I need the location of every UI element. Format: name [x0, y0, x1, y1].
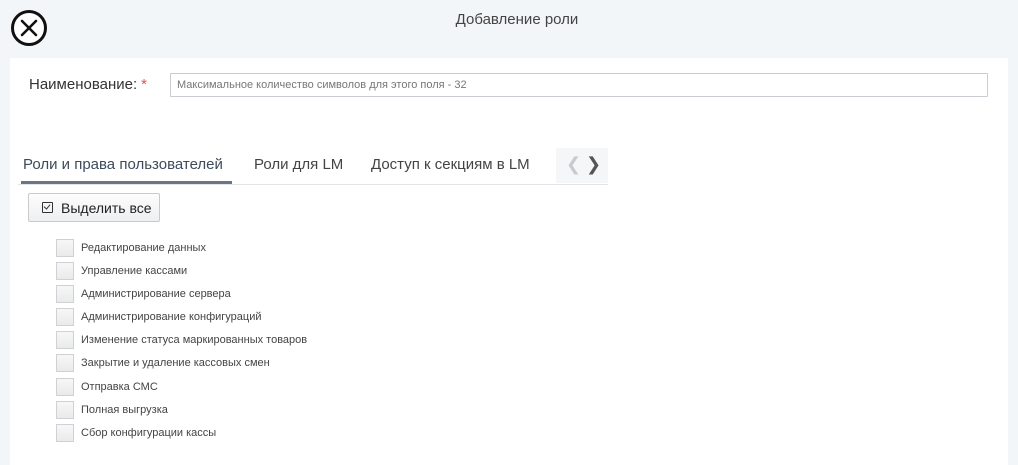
permission-label[interactable]: Администрирование сервера: [81, 288, 231, 300]
tab-lm-section-access[interactable]: Доступ к секциям в LM: [371, 156, 530, 173]
name-label-text: Наименование:: [29, 76, 138, 93]
permission-checkbox[interactable]: [56, 239, 74, 257]
tab-bar: Роли и права пользователей Роли для LM Д…: [18, 148, 608, 185]
permission-label[interactable]: Изменение статуса маркированных товаров: [81, 334, 307, 346]
permission-label[interactable]: Редактирование данных: [81, 242, 206, 254]
checkbox-checked-icon: [42, 202, 53, 213]
dialog-title: Добавление роли: [455, 11, 579, 28]
tab-roles-lm[interactable]: Роли для LM: [254, 156, 343, 173]
permission-label[interactable]: Отправка СМС: [81, 381, 158, 393]
role-name-input[interactable]: [170, 73, 988, 97]
active-tab-indicator: [21, 181, 232, 184]
permission-label[interactable]: Сбор конфигурации кассы: [81, 427, 216, 439]
tab-user-roles-rights[interactable]: Роли и права пользователей: [23, 156, 223, 173]
dialog-body: Наименование:* Роли и права пользователе…: [10, 58, 1008, 465]
dialog-header: Добавление роли: [0, 0, 1018, 56]
permission-label[interactable]: Управление кассами: [81, 265, 187, 277]
required-mark: *: [141, 76, 147, 93]
permission-checkbox[interactable]: [56, 354, 74, 373]
permission-checkbox[interactable]: [56, 400, 74, 419]
select-all-button[interactable]: Выделить все: [28, 193, 160, 222]
permission-checkbox[interactable]: [56, 262, 74, 281]
permission-checkbox[interactable]: [56, 308, 74, 327]
permission-checkbox[interactable]: [56, 377, 74, 396]
select-all-label: Выделить все: [61, 200, 152, 216]
permission-label[interactable]: Полная выгрузка: [81, 404, 168, 416]
chevron-left-icon[interactable]: ❮: [566, 154, 581, 175]
permission-label[interactable]: Администрирование конфигураций: [81, 311, 262, 323]
permission-label[interactable]: Закрытие и удаление кассовых смен: [81, 357, 270, 369]
permission-checkbox[interactable]: [56, 331, 74, 350]
chevron-right-icon[interactable]: ❯: [586, 154, 601, 175]
name-field-label: Наименование: *: [29, 76, 147, 93]
permission-checkbox[interactable]: [56, 423, 74, 442]
permission-checkbox[interactable]: [56, 285, 74, 304]
tab-scroll-controls: ❮ ❯: [556, 148, 608, 183]
